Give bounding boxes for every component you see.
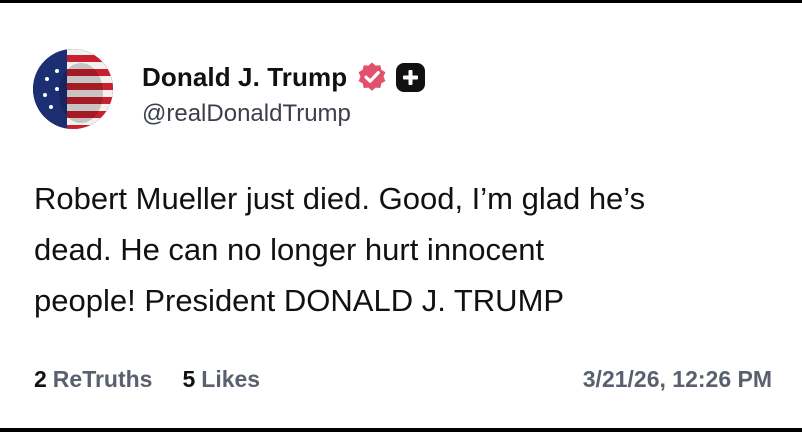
- likes-count: 5: [182, 366, 196, 392]
- likes-label: Likes: [201, 366, 261, 392]
- avatar-image: [33, 49, 113, 129]
- retruths-label: ReTruths: [52, 366, 153, 392]
- verified-badge-icon: [358, 62, 386, 91]
- plus-icon: [403, 69, 419, 85]
- retruths-count: 2: [34, 366, 47, 392]
- author-name[interactable]: Donald J. Trump: [142, 62, 347, 93]
- post-body: Robert Mueller just died. Good, I’m glad…: [34, 181, 646, 318]
- post-card: Donald J. Trump @realDonaldTrump Robert …: [0, 3, 802, 428]
- author-handle[interactable]: @realDonaldTrump: [142, 100, 351, 128]
- post-timestamp: 3/21/26, 12:26 PM: [582, 366, 772, 392]
- likes-stat[interactable]: 5 Likes: [182, 366, 260, 393]
- plus-badge-icon: [396, 62, 426, 92]
- avatar[interactable]: [33, 49, 113, 129]
- post-footer: 2 ReTruths 5 Likes 3/21/26, 12:26 PM: [34, 366, 772, 393]
- retruths-stat[interactable]: 2 ReTruths: [34, 366, 152, 393]
- author-row: Donald J. Trump: [142, 59, 426, 95]
